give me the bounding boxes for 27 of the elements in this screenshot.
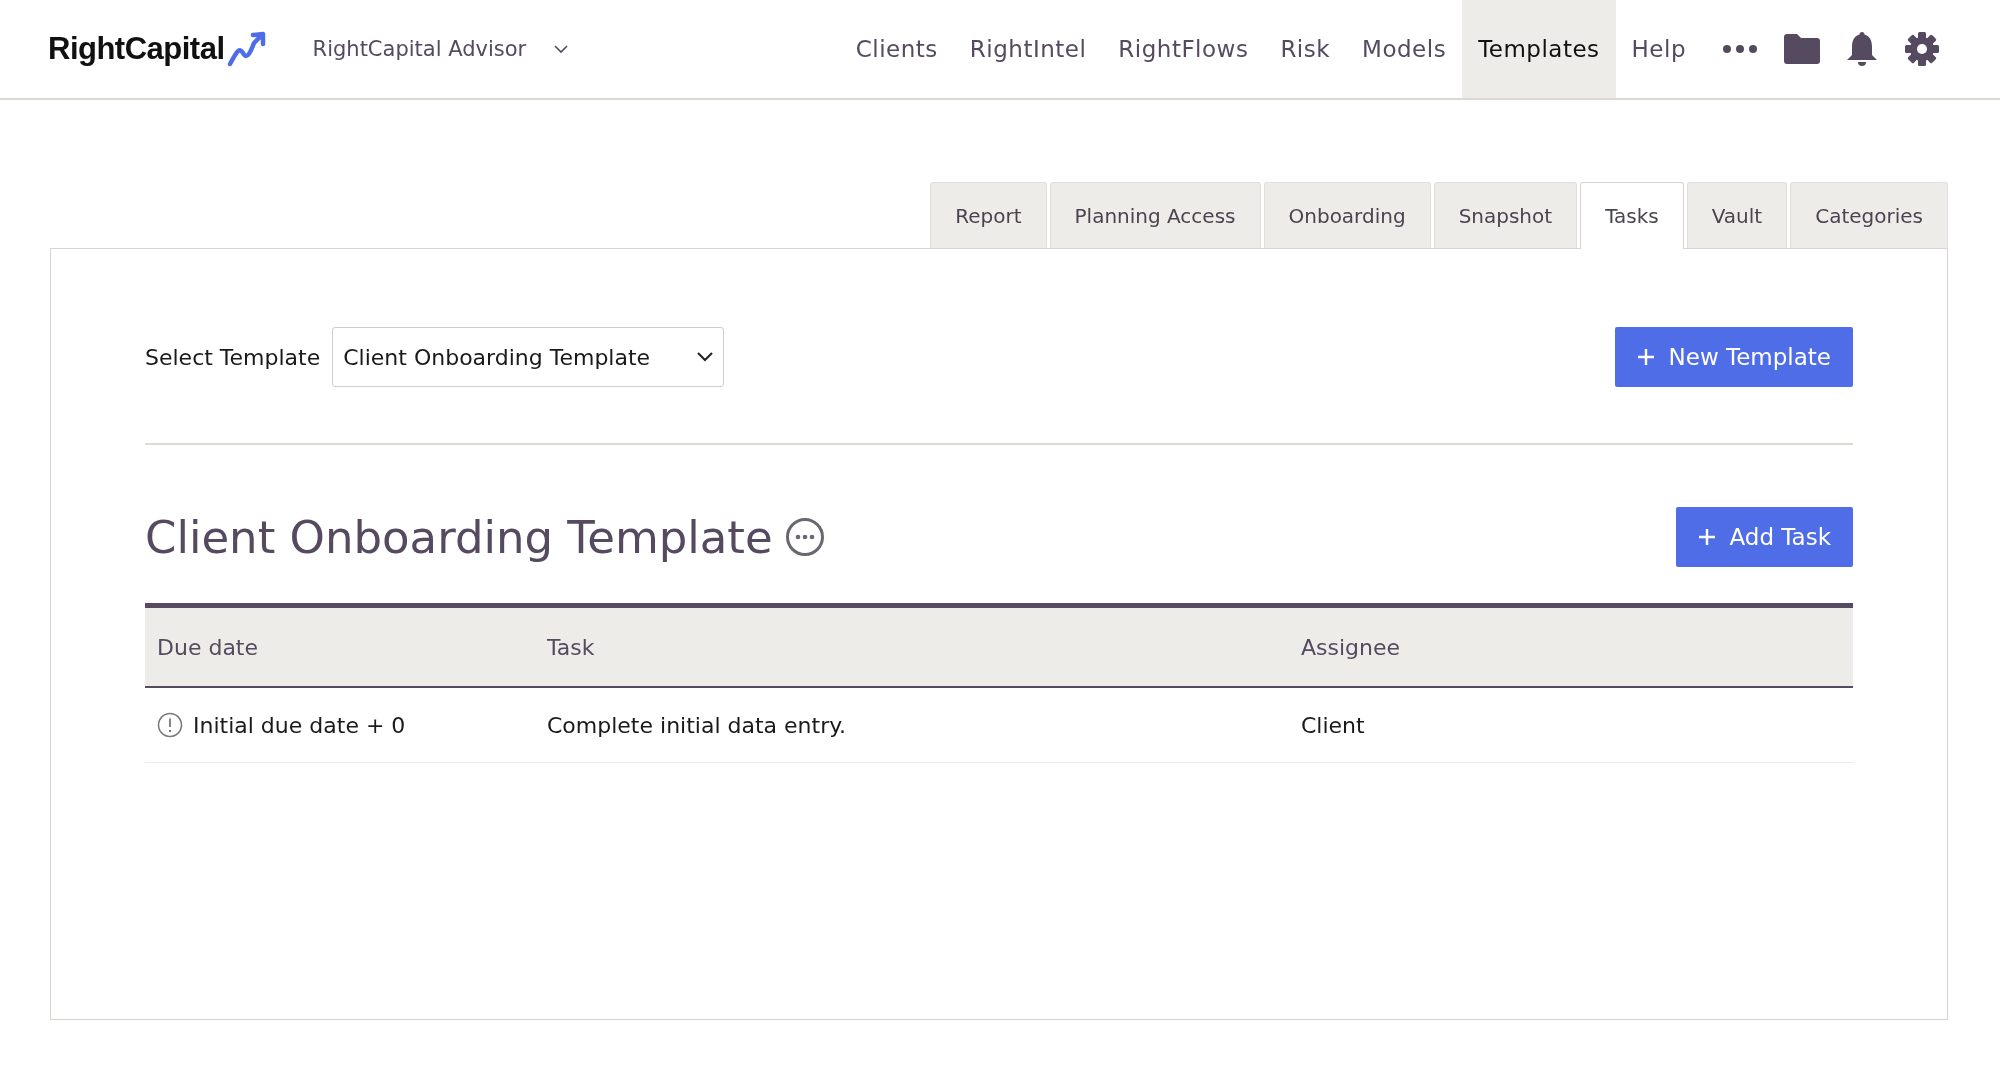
select-template-label: Select Template (145, 344, 321, 370)
column-header: Due date (145, 605, 535, 687)
tab[interactable]: Vault (1686, 182, 1788, 248)
nav-link[interactable]: RightIntel (953, 0, 1103, 98)
nav-link[interactable]: Clients (839, 0, 954, 98)
nav-link[interactable]: Templates (1462, 0, 1616, 98)
new-template-button[interactable]: New Template (1614, 327, 1853, 387)
tab[interactable]: Categories (1790, 182, 1948, 248)
assignee-text: Client (1301, 712, 1365, 738)
nav-link[interactable]: Models (1346, 0, 1463, 98)
tab[interactable]: Snapshot (1433, 182, 1578, 248)
column-header: Task (535, 605, 1289, 687)
add-task-button[interactable]: Add Task (1675, 507, 1853, 567)
column-header: Assignee (1289, 605, 1853, 687)
task-text: Complete initial data entry. (547, 712, 847, 738)
template-select[interactable]: Client Onboarding Template (332, 327, 725, 387)
due-date-text: Initial due date + 0 (193, 712, 406, 738)
tab[interactable]: Tasks (1580, 182, 1684, 249)
nav-link[interactable]: RightFlows (1102, 0, 1265, 98)
tab[interactable]: Planning Access (1049, 182, 1261, 248)
account-dropdown[interactable]: RightCapital Advisor (312, 37, 569, 61)
tab[interactable]: Report (930, 182, 1047, 248)
template-title: Client Onboarding Template (145, 510, 773, 564)
nav-link[interactable]: Risk (1264, 0, 1347, 98)
logo-text: RightCapital (48, 31, 225, 67)
tab[interactable]: Onboarding (1263, 182, 1431, 248)
nav-link[interactable]: Help (1615, 0, 1702, 98)
